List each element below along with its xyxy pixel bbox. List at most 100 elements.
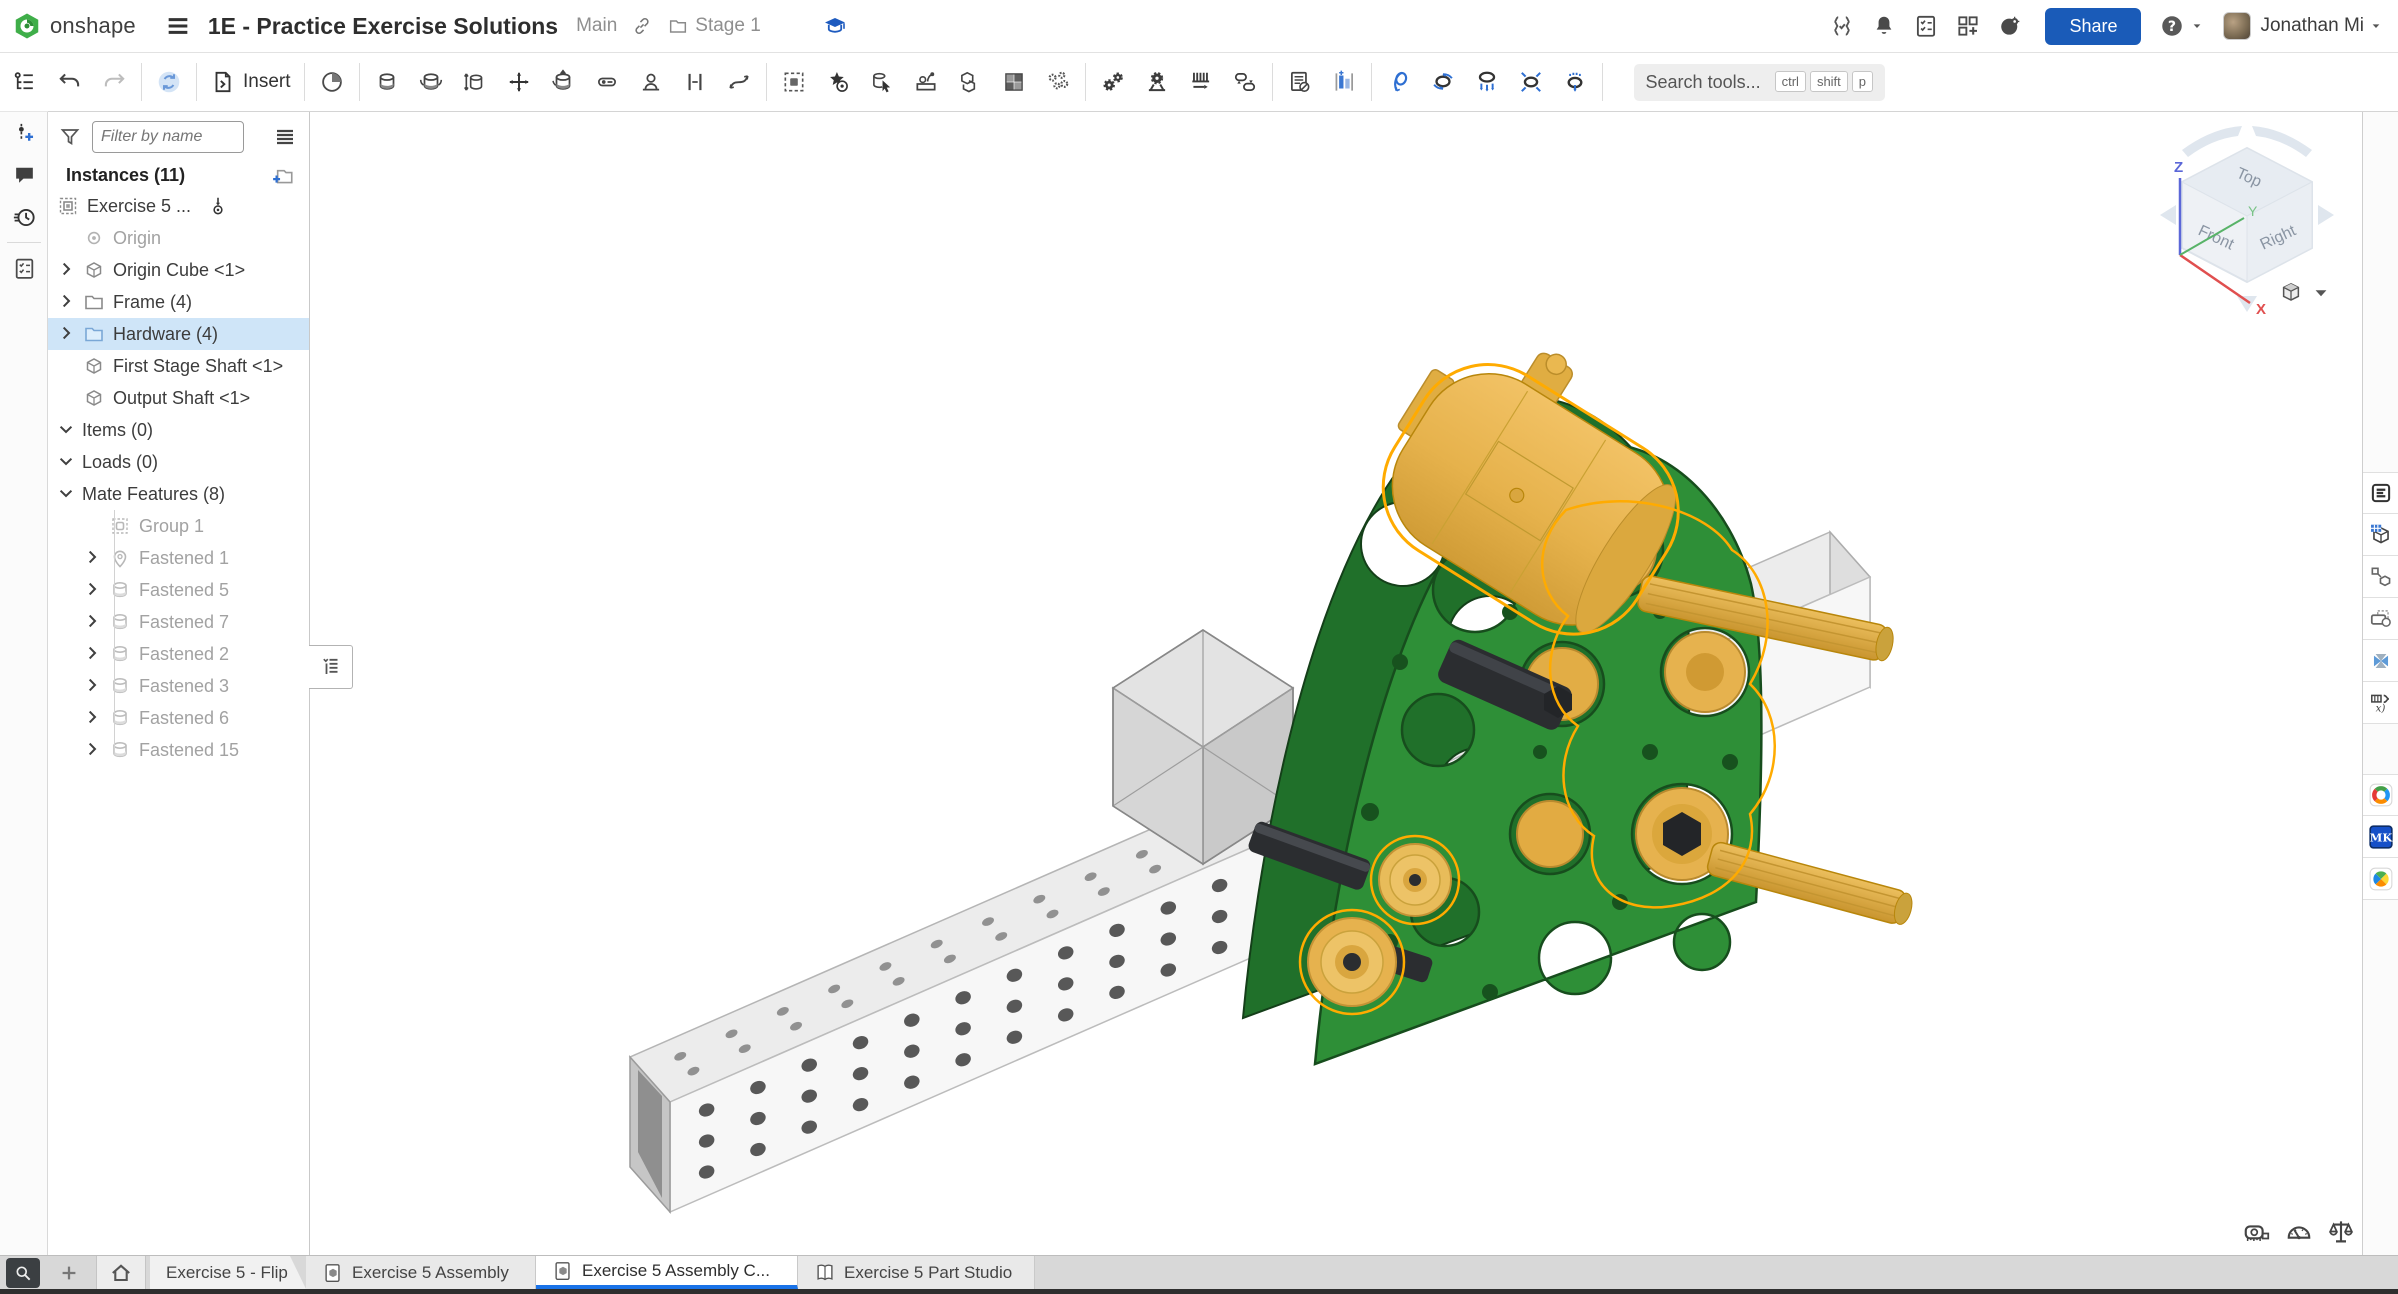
- mass-properties-button[interactable]: [2326, 1217, 2356, 1247]
- tree-row-fastened-6[interactable]: Fastened 6: [48, 702, 309, 734]
- bill-of-materials-button[interactable]: [1287, 69, 1313, 95]
- doc-tab-exercise-5-flip[interactable]: Exercise 5 - Flip: [150, 1256, 306, 1289]
- api-braces-icon[interactable]: [1829, 13, 1855, 39]
- snapshot-spray-button[interactable]: [1562, 69, 1588, 95]
- home-tab-button[interactable]: [96, 1256, 146, 1289]
- sidebar-item-follow-mode[interactable]: [0, 247, 48, 289]
- animate-button[interactable]: [1386, 69, 1412, 95]
- hamburger-menu-icon[interactable]: [164, 12, 192, 40]
- insert-button[interactable]: Insert: [210, 69, 291, 95]
- tree-row-fastened-5[interactable]: Fastened 5: [48, 574, 309, 606]
- chevron-right-icon[interactable]: [82, 547, 108, 569]
- tree-row-origin-cube-1[interactable]: Origin Cube <1>: [48, 254, 309, 286]
- right-panel-named-views[interactable]: [2363, 598, 2398, 640]
- cylindrical-mate-button[interactable]: [550, 69, 576, 95]
- screw-relation-button[interactable]: [1188, 69, 1214, 95]
- add-tab-button[interactable]: [54, 1256, 84, 1289]
- tasks-checklist-icon[interactable]: [1913, 13, 1939, 39]
- redo-button[interactable]: [101, 69, 127, 95]
- 3d-viewport[interactable]: Top Front Right Z X Y: [310, 112, 2362, 1255]
- list-view-icon[interactable]: [273, 125, 297, 149]
- tree-row-first-stage-shaft-1[interactable]: First Stage Shaft <1>: [48, 350, 309, 382]
- graduation-cap-icon[interactable]: [823, 14, 847, 38]
- chevron-right-icon[interactable]: [56, 259, 82, 281]
- user-name[interactable]: Jonathan Mi: [2260, 15, 2364, 37]
- tree-row-hardware-4[interactable]: Hardware (4): [48, 318, 309, 350]
- doc-tab-exercise-5-assembly[interactable]: Exercise 5 Assembly: [306, 1256, 536, 1289]
- display-states-button[interactable]: [1001, 69, 1027, 95]
- tree-row-origin[interactable]: Origin: [48, 222, 309, 254]
- sync-update-button[interactable]: [156, 69, 182, 95]
- help-menu[interactable]: ?: [2159, 13, 2205, 39]
- chevron-right-icon[interactable]: [82, 739, 108, 761]
- folder-icon[interactable]: [667, 15, 689, 37]
- revolute-mate-button[interactable]: [418, 69, 444, 95]
- tape-measure-button[interactable]: [2242, 1217, 2272, 1247]
- chevron-right-icon[interactable]: [56, 291, 82, 313]
- rack-and-pinion-relation-button[interactable]: [1144, 69, 1170, 95]
- learning-center-icon[interactable]: [1997, 13, 2023, 39]
- doc-tab-exercise-5-part-studio[interactable]: Exercise 5 Part Studio: [798, 1256, 1035, 1289]
- chevron-right-icon[interactable]: [82, 675, 108, 697]
- panel-collapse-handle[interactable]: [309, 645, 353, 689]
- rotate-view-button[interactable]: [1430, 69, 1456, 95]
- select-other-button[interactable]: [869, 69, 895, 95]
- sidebar-item-assembly-structure[interactable]: [0, 53, 48, 112]
- slider-mate-button[interactable]: [462, 69, 488, 95]
- belt-relation-button[interactable]: [1232, 69, 1258, 95]
- sidebar-item-history[interactable]: [0, 196, 48, 238]
- view-cube-body[interactable]: Top Front Right: [2182, 148, 2312, 282]
- chevron-right-icon[interactable]: [82, 707, 108, 729]
- view-settings-button[interactable]: [2278, 280, 2334, 306]
- caret-down-icon[interactable]: [2368, 18, 2384, 34]
- ball-mate-button[interactable]: [638, 69, 664, 95]
- tree-row-fastened-2[interactable]: Fastened 2: [48, 638, 309, 670]
- chevron-down-icon[interactable]: [56, 483, 82, 505]
- group-parts-button[interactable]: [781, 69, 807, 95]
- gear-relation-button[interactable]: [1100, 69, 1126, 95]
- right-app-app-color-ring[interactable]: [2363, 774, 2398, 816]
- pull-together-button[interactable]: [1518, 69, 1544, 95]
- tree-row-fastened-7[interactable]: Fastened 7: [48, 606, 309, 638]
- chevron-down-icon[interactable]: [56, 419, 82, 441]
- tree-row-frame-4[interactable]: Frame (4): [48, 286, 309, 318]
- appearance-panel-button[interactable]: [1045, 69, 1071, 95]
- protractor-button[interactable]: [2284, 1217, 2314, 1247]
- tree-row-output-shaft-1[interactable]: Output Shaft <1>: [48, 382, 309, 414]
- tree-row-fastened-3[interactable]: Fastened 3: [48, 670, 309, 702]
- link-icon[interactable]: [631, 15, 653, 37]
- right-app-app-mk[interactable]: MK: [2363, 816, 2398, 858]
- user-avatar[interactable]: [2223, 12, 2251, 40]
- undo-button[interactable]: [57, 69, 83, 95]
- copy-in-context-button[interactable]: [957, 69, 983, 95]
- measure-button[interactable]: [1331, 69, 1357, 95]
- apps-grid-add-icon[interactable]: [1955, 13, 1981, 39]
- right-panel-format-sheet[interactable]: [2363, 472, 2398, 514]
- right-panel-pinwheel-app[interactable]: [2363, 640, 2398, 682]
- tree-row-mate-features-8[interactable]: Mate Features (8): [48, 478, 309, 510]
- settle-parts-button[interactable]: [1474, 69, 1500, 95]
- pin-slot-mate-button[interactable]: [594, 69, 620, 95]
- parallel-mate-button[interactable]: [682, 69, 708, 95]
- chevron-right-icon[interactable]: [82, 643, 108, 665]
- chevron-right-icon[interactable]: [82, 611, 108, 633]
- tree-row-fastened-1[interactable]: Fastened 1: [48, 542, 309, 574]
- tab-search-button[interactable]: [6, 1258, 40, 1288]
- search-tools[interactable]: Search tools... ctrlshiftp: [1634, 64, 1885, 101]
- fastened-mate-button[interactable]: [374, 69, 400, 95]
- workspace-label[interactable]: Main: [576, 15, 617, 37]
- right-panel-configurations[interactable]: [2363, 514, 2398, 556]
- mate-button[interactable]: [319, 69, 345, 95]
- right-panel-feature-script[interactable]: x): [2363, 682, 2398, 724]
- assembly-3d-view[interactable]: [310, 112, 2362, 1255]
- share-button[interactable]: Share: [2045, 8, 2141, 45]
- filter-input[interactable]: [92, 121, 244, 153]
- tree-row-items-0[interactable]: Items (0): [48, 414, 309, 446]
- onshape-logo[interactable]: onshape: [12, 11, 136, 41]
- tangent-mate-button[interactable]: [726, 69, 752, 95]
- tree-row-group-1[interactable]: Group 1: [48, 510, 309, 542]
- chevron-right-icon[interactable]: [56, 323, 82, 345]
- help-circle-icon[interactable]: ?: [2159, 13, 2185, 39]
- mate-connector-button[interactable]: [825, 69, 851, 95]
- tree-row-fastened-15[interactable]: Fastened 15: [48, 734, 309, 766]
